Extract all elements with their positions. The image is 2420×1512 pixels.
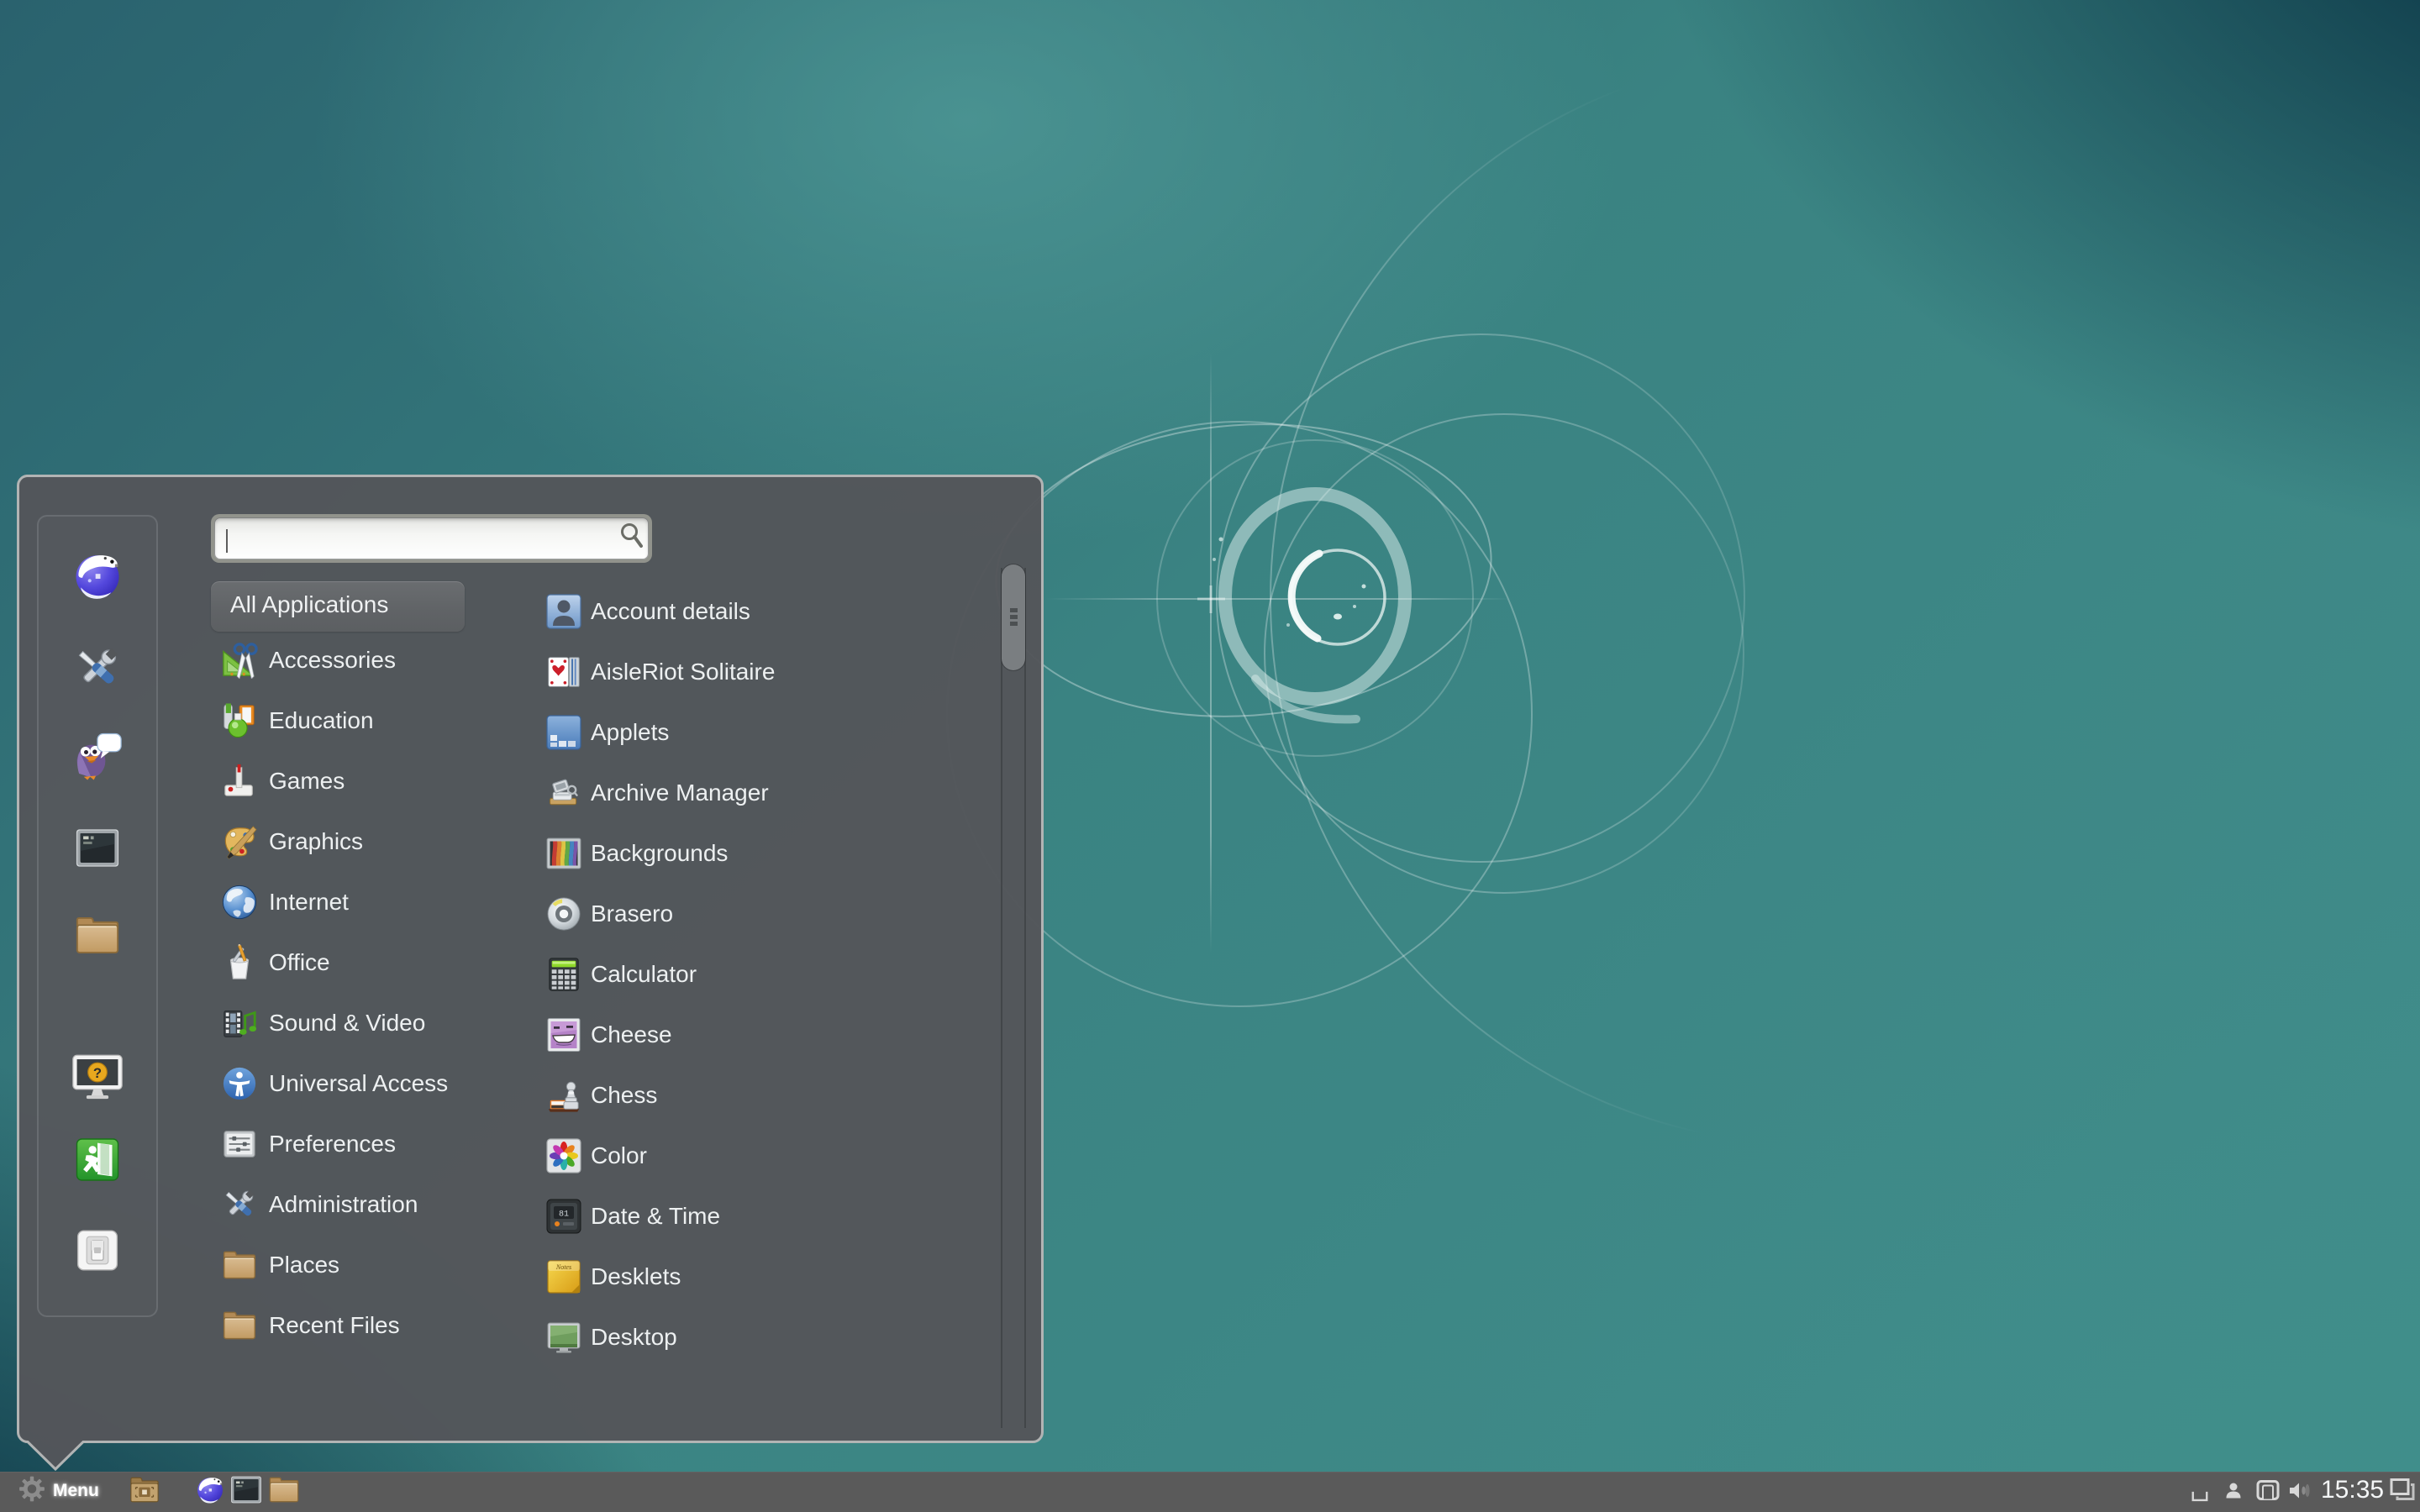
svg-text:Notes: Notes	[555, 1263, 571, 1271]
svg-text:?: ?	[93, 1065, 102, 1081]
svg-text:81: 81	[559, 1210, 569, 1220]
